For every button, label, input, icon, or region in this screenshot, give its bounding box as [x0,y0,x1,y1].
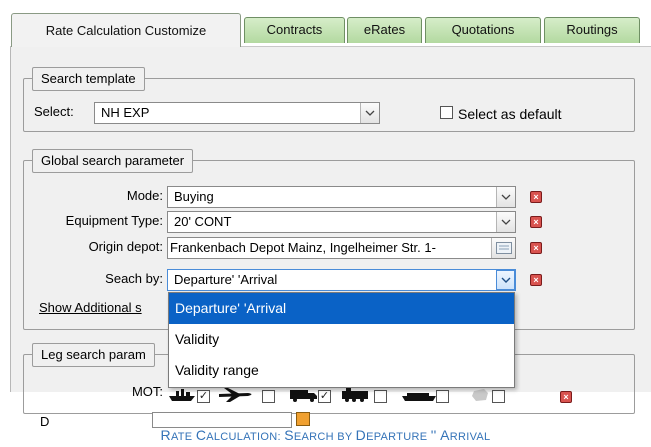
search-by-value: Departure' 'Arrival [174,272,278,287]
search-by-dropdown: Departure' 'Arrival Validity Validity ra… [168,292,515,388]
mode-select-value: Buying [174,189,214,204]
chevron-down-icon [501,277,510,283]
mode-label: Mode: [126,188,163,203]
template-select[interactable]: NH EXP [94,102,380,124]
search-template-legend: Search template [32,67,145,91]
equipment-type-label: Equipment Type: [65,213,163,228]
plane-icon [219,388,252,402]
search-by-remove-icon[interactable]: × [530,274,542,286]
select-as-default-checkbox[interactable] [440,106,453,119]
mot-air-checkbox[interactable] [262,390,275,403]
departure-date-field[interactable] [152,412,292,428]
global-search-legend: Global search parameter [32,149,194,173]
equipment-type-button[interactable] [496,212,515,232]
chevron-down-icon [365,110,375,116]
origin-depot-label: Origin depot: [88,239,163,254]
equipment-type-remove-icon[interactable]: × [530,216,542,228]
chevron-down-icon [501,219,511,225]
barge-icon [402,393,436,401]
mot-ship-checkbox[interactable]: ✓ [197,390,210,403]
tab-routings[interactable]: Routings [544,17,640,43]
origin-depot-remove-icon[interactable]: × [530,242,542,254]
dropdown-option-departure-arrival[interactable]: Departure' 'Arrival [169,293,514,324]
search-by-button[interactable] [496,270,515,290]
search-by-select[interactable]: Departure' 'Arrival [167,269,516,291]
tab-quotations[interactable]: Quotations [425,17,541,43]
mot-rail-checkbox[interactable] [374,390,387,403]
origin-depot-value: Frankenbach Depot Mainz, Ingelheimer Str… [170,240,436,255]
mode-remove-icon[interactable]: × [530,191,542,203]
tab-contracts[interactable]: Contracts [244,17,345,43]
dropdown-option-validity-range[interactable]: Validity range [169,355,514,386]
mode-select-button[interactable] [496,187,515,207]
select-as-default-label: Select as default [458,106,562,122]
mot-remove-icon[interactable]: × [560,391,572,403]
truck-icon [290,390,317,402]
search-by-label: Seach by: [105,271,163,286]
app-window: Rate Calculation Customize Contracts eRa… [0,0,651,447]
list-lookup-icon [495,242,512,254]
ship-icon [169,389,195,401]
chevron-down-icon [501,194,511,200]
tab-bar: Rate Calculation Customize Contracts eRa… [0,0,651,47]
pipeline-icon [472,389,488,401]
template-select-value: NH EXP [101,105,150,120]
equipment-type-value: 20' CONT [174,214,232,229]
train-icon [342,388,368,402]
origin-depot-field[interactable]: Frankenbach Depot Mainz, Ingelheimer Str… [167,237,516,259]
origin-depot-lookup-button[interactable] [491,238,515,258]
mot-truck-checkbox[interactable]: ✓ [318,390,331,403]
template-select-button[interactable] [360,103,379,123]
tab-rate-calculation-customize[interactable]: Rate Calculation Customize [11,13,241,47]
mot-other-checkbox[interactable] [492,390,505,403]
tab-erates[interactable]: eRates [347,17,422,43]
figure-caption: RATE CALCULATION: SEARCH BY DEPARTURE ''… [160,427,491,443]
mot-label: MOT: [131,384,163,399]
show-additional-link[interactable]: Show Additional s [39,300,142,315]
dropdown-option-validity[interactable]: Validity [169,324,514,355]
mot-barge-checkbox[interactable] [436,390,449,403]
equipment-type-select[interactable]: 20' CONT [167,211,516,233]
calendar-icon[interactable] [296,412,310,426]
mode-select[interactable]: Buying [167,186,516,208]
leg-search-legend: Leg search param [32,343,155,367]
select-label: Select: [34,104,74,119]
